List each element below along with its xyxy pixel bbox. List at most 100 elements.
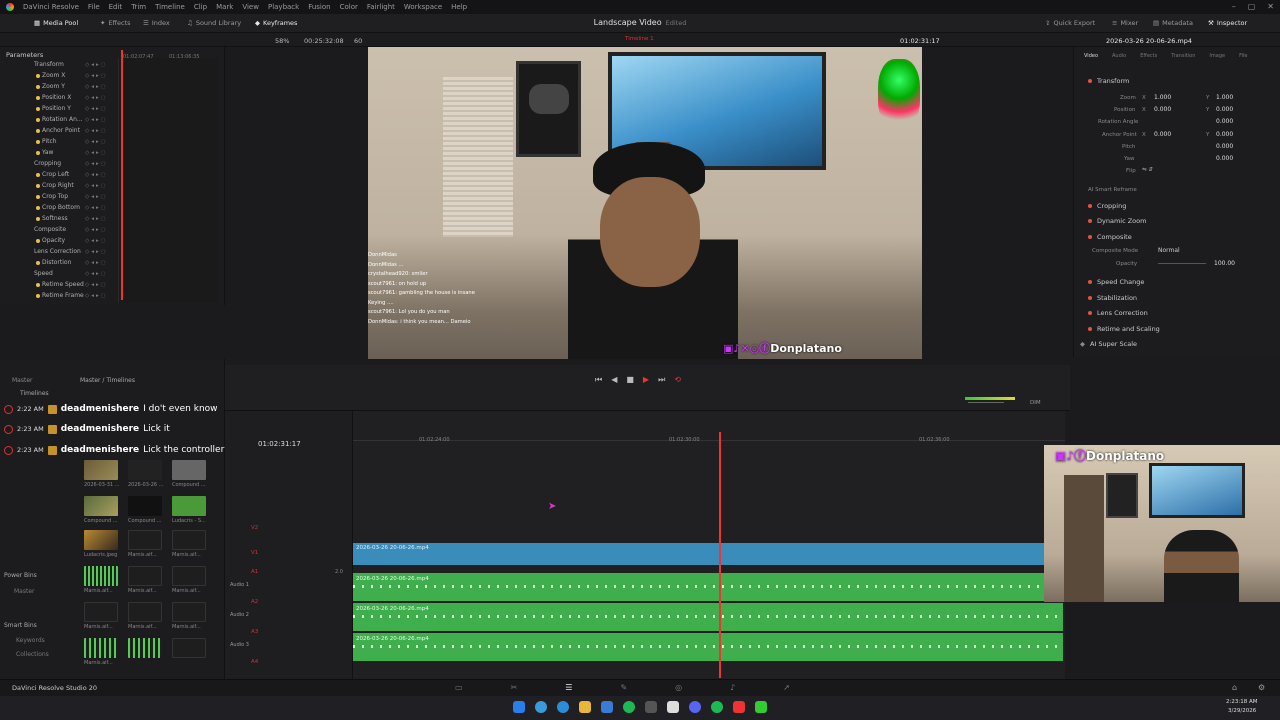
- menu-help[interactable]: Help: [451, 3, 467, 11]
- app-icon[interactable]: [667, 701, 679, 713]
- menu-app[interactable]: DaVinci Resolve: [23, 3, 79, 11]
- bin-timelines[interactable]: Timelines: [20, 390, 49, 397]
- zoom-x-field[interactable]: 1.000: [1154, 94, 1171, 101]
- metadata-button[interactable]: ▤ Metadata: [1153, 19, 1193, 27]
- timeline-area[interactable]: 01:02:24:00 01:02:30:00 01:02:36:00 2026…: [353, 411, 1065, 679]
- close-icon[interactable]: ✕: [1267, 2, 1274, 11]
- loop-icon[interactable]: ⟲: [674, 375, 681, 385]
- keyframe-controls-icon[interactable]: ◇◂▸◌: [85, 271, 108, 277]
- keyframe-controls-icon[interactable]: ◇◂▸◌: [85, 205, 108, 211]
- track-a4[interactable]: A4: [251, 659, 258, 665]
- media-thumb[interactable]: [172, 496, 206, 516]
- section-transform[interactable]: Transform: [1088, 75, 1129, 87]
- timeline-playhead[interactable]: [719, 432, 721, 678]
- keyframe-controls-icon[interactable]: ◇◂▸◌: [85, 227, 108, 233]
- keyframe-controls-icon[interactable]: ◇◂▸◌: [85, 282, 108, 288]
- menu-clip[interactable]: Clip: [194, 3, 207, 11]
- inspector-button[interactable]: ⚒ Inspector: [1208, 19, 1247, 27]
- media-thumb[interactable]: [128, 496, 162, 516]
- section-ai-smart-reframe[interactable]: AI Smart Reframe: [1088, 184, 1137, 196]
- anchor-x-field[interactable]: 0.000: [1154, 131, 1171, 138]
- section-cropping[interactable]: Cropping: [1088, 200, 1126, 212]
- app-icon[interactable]: [645, 701, 657, 713]
- quick-export-button[interactable]: ⇪ Quick Export: [1045, 19, 1095, 27]
- master-label[interactable]: Master: [12, 377, 33, 384]
- anchor-y-field[interactable]: 0.000: [1216, 131, 1233, 138]
- mixer-button[interactable]: ≡ Mixer: [1112, 19, 1138, 27]
- media-thumb[interactable]: [84, 460, 118, 480]
- minimize-icon[interactable]: –: [1232, 2, 1236, 11]
- media-page-icon[interactable]: ▭: [455, 683, 463, 692]
- menu-view[interactable]: View: [242, 3, 259, 11]
- audio-thumb[interactable]: [172, 566, 206, 586]
- keyframe-controls-icon[interactable]: ◇◂▸◌: [85, 150, 108, 156]
- position-y-field[interactable]: 0.000: [1216, 106, 1233, 113]
- keyframe-controls-icon[interactable]: ◇◂▸◌: [85, 95, 108, 101]
- keyframe-controls-icon[interactable]: ◇◂▸◌: [85, 117, 108, 123]
- media-thumb[interactable]: [84, 530, 118, 550]
- effects-button[interactable]: ✦ Effects: [100, 19, 131, 27]
- keyframe-controls-icon[interactable]: ◇◂▸◌: [85, 84, 108, 90]
- viewer-zoom[interactable]: 58%: [275, 37, 289, 45]
- menu-edit[interactable]: Edit: [109, 3, 123, 11]
- composite-mode-select[interactable]: Normal: [1158, 247, 1180, 254]
- keyframe-controls-icon[interactable]: ◇◂▸◌: [85, 183, 108, 189]
- rotation-field[interactable]: 0.000: [1216, 118, 1233, 125]
- app-icon[interactable]: [755, 701, 767, 713]
- keyframe-controls-icon[interactable]: ◇◂▸◌: [85, 62, 108, 68]
- section-speed-change[interactable]: Speed Change: [1088, 276, 1144, 288]
- keyframe-controls-icon[interactable]: ◇◂▸◌: [85, 139, 108, 145]
- start-icon[interactable]: [513, 701, 525, 713]
- zoom-y-field[interactable]: 1.000: [1216, 94, 1233, 101]
- sound-library-button[interactable]: ♫ Sound Library: [187, 19, 241, 27]
- keyframe-controls-icon[interactable]: ◇◂▸◌: [85, 194, 108, 200]
- edit-page-icon[interactable]: ☰: [565, 683, 572, 692]
- menu-file[interactable]: File: [88, 3, 100, 11]
- audio-clip-a1[interactable]: 2026-03-26 20-06-26.mp4: [353, 573, 1045, 601]
- index-button[interactable]: ☰ Index: [143, 19, 170, 27]
- menu-mark[interactable]: Mark: [216, 3, 233, 11]
- color-page-icon[interactable]: ◎: [675, 683, 682, 692]
- opacity-slider[interactable]: [1158, 263, 1206, 264]
- resolve-taskbar-icon[interactable]: [733, 701, 745, 713]
- audio-thumb[interactable]: [84, 566, 118, 586]
- video-viewer[interactable]: DonnMidas DonnMidas ... crystalhead920: …: [368, 47, 922, 359]
- section-dynamic-zoom[interactable]: Dynamic Zoom: [1088, 215, 1146, 227]
- browser-icon[interactable]: [557, 701, 569, 713]
- spotify-icon[interactable]: [711, 701, 723, 713]
- keyframe-controls-icon[interactable]: ◇◂▸◌: [85, 106, 108, 112]
- tab-transition[interactable]: Transition: [1171, 53, 1195, 59]
- tab-audio[interactable]: Audio: [1112, 53, 1126, 59]
- menu-timeline[interactable]: Timeline: [155, 3, 185, 11]
- edge-icon[interactable]: [535, 701, 547, 713]
- smart-bin-keywords[interactable]: Keywords: [16, 637, 45, 644]
- explorer-icon[interactable]: [579, 701, 591, 713]
- volume-slider[interactable]: [968, 402, 1004, 403]
- audio-clip-a3[interactable]: 2026-03-26 20-06-26.mp4: [353, 633, 1063, 661]
- flip-icons[interactable]: ⇋ ⇵: [1142, 167, 1153, 173]
- tab-video[interactable]: Video: [1084, 53, 1098, 59]
- media-thumb[interactable]: [128, 530, 162, 550]
- media-thumb[interactable]: [128, 460, 162, 480]
- fusion-page-icon[interactable]: ✎: [620, 683, 627, 692]
- opacity-field[interactable]: 100.00: [1214, 260, 1235, 267]
- app-icon[interactable]: [601, 701, 613, 713]
- dim-button[interactable]: DIM: [1030, 400, 1041, 406]
- play-icon[interactable]: ▶: [643, 375, 649, 385]
- kf-playhead[interactable]: [121, 50, 123, 300]
- audio-thumb[interactable]: [128, 638, 162, 658]
- go-to-start-icon[interactable]: ⏮: [595, 375, 602, 385]
- smart-bin-collections[interactable]: Collections: [16, 651, 49, 658]
- keyframe-controls-icon[interactable]: ◇◂▸◌: [85, 260, 108, 266]
- power-bins-master[interactable]: Master: [14, 588, 35, 595]
- menu-color[interactable]: Color: [340, 3, 358, 11]
- position-x-field[interactable]: 0.000: [1154, 106, 1171, 113]
- timeline-name[interactable]: Timeline 1: [625, 36, 654, 42]
- settings-icon[interactable]: ⚙: [1258, 683, 1265, 692]
- track-a2[interactable]: A2: [251, 599, 258, 605]
- timeline-ruler[interactable]: 01:02:24:00 01:02:30:00 01:02:36:00: [353, 431, 1065, 443]
- keyframe-grid[interactable]: 01:02:07:47 01:13:06:35: [118, 50, 218, 303]
- media-thumb[interactable]: [172, 460, 206, 480]
- enabled-dot[interactable]: [1088, 79, 1092, 83]
- audio-thumb[interactable]: [128, 602, 162, 622]
